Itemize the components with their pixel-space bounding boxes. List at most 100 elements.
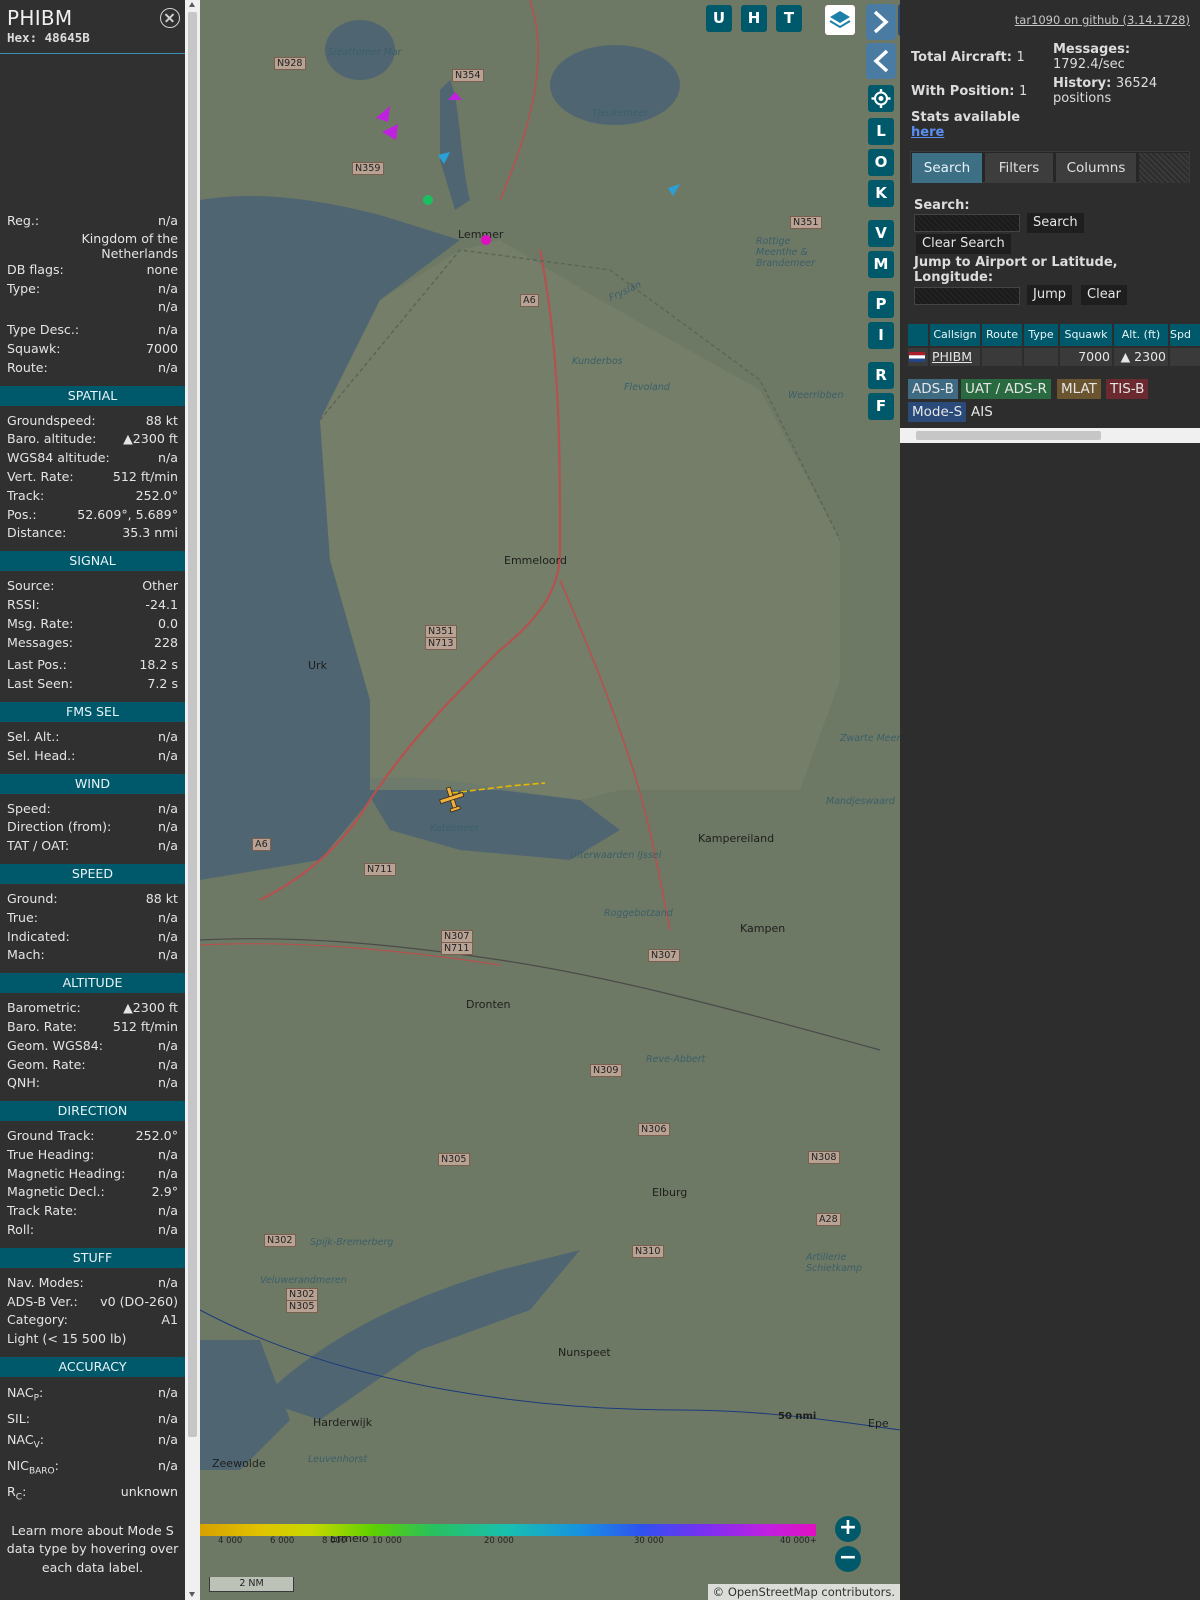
info-label[interactable]: Source: [7, 577, 55, 596]
info-label[interactable]: Track Rate: [7, 1202, 77, 1221]
section-altitude-title[interactable]: ALTITUDE [0, 973, 185, 994]
info-label[interactable]: QNH: [7, 1074, 40, 1093]
info-label[interactable]: Groundspeed: [7, 412, 96, 431]
map-button-f[interactable]: F [868, 393, 894, 420]
info-label[interactable]: NACP: [7, 1383, 43, 1409]
info-label[interactable]: True: [7, 909, 38, 928]
info-label[interactable]: Pos.: [7, 506, 37, 525]
info-label[interactable]: DB flags: [7, 261, 64, 280]
table-header-route[interactable]: Route [982, 324, 1022, 346]
info-label[interactable]: Distance: [7, 524, 66, 543]
map-button-i[interactable]: I [868, 322, 894, 349]
info-label[interactable]: Track: [7, 487, 44, 506]
info-label[interactable]: WGS84 altitude: [7, 449, 110, 468]
search-input[interactable] [914, 214, 1020, 232]
info-scrollbar[interactable] [185, 0, 200, 1600]
map-button-m[interactable]: M [868, 251, 894, 278]
map-view[interactable]: Lemmer Emmeloord Urk Dronten Kampen Kamp… [200, 0, 900, 1600]
section-signal-title[interactable]: SIGNAL [0, 551, 185, 572]
section-fms-title[interactable]: FMS SEL [0, 701, 185, 722]
info-label[interactable]: Last Pos.: [7, 656, 67, 675]
table-header-squawk[interactable]: Squawk [1060, 324, 1112, 346]
info-label[interactable]: Indicated: [7, 928, 70, 947]
collapse-left-button[interactable] [866, 43, 896, 79]
map-button-r[interactable]: R [868, 362, 894, 389]
info-label[interactable]: RC: [7, 1482, 26, 1508]
row-callsign[interactable]: PHIBM [930, 348, 980, 366]
info-label[interactable]: Magnetic Heading: [7, 1165, 125, 1184]
info-label[interactable]: Sel. Alt.: [7, 728, 60, 747]
info-label[interactable]: Msg. Rate: [7, 615, 74, 634]
info-label[interactable]: Baro. Rate: [7, 1018, 77, 1037]
map-button-v[interactable]: V [868, 220, 894, 247]
info-label[interactable]: Squawk: [7, 340, 61, 359]
tab-filters[interactable]: Filters [985, 153, 1053, 183]
info-label[interactable]: Geom. Rate: [7, 1056, 86, 1075]
info-label[interactable]: NICBARO: [7, 1456, 59, 1482]
info-label[interactable]: TAT / OAT: [7, 837, 69, 856]
info-label[interactable]: Last Seen: [7, 675, 73, 694]
info-label[interactable]: Messages: [7, 634, 73, 653]
map-button-k[interactable]: K [868, 180, 894, 207]
section-accuracy-title[interactable]: ACCURACY [0, 1357, 185, 1378]
table-header-callsign[interactable]: Callsign [930, 324, 980, 346]
info-label[interactable]: Category: [7, 1311, 68, 1330]
map-button-o[interactable]: O [868, 149, 894, 176]
map-button-t[interactable]: T [776, 5, 802, 32]
info-label[interactable]: Magnetic Decl.: [7, 1183, 105, 1202]
info-label[interactable]: Direction (from): [7, 818, 111, 837]
info-label[interactable]: Reg.: [7, 212, 39, 231]
map-button-p[interactable]: P [868, 291, 894, 318]
table-horizontal-scrollbar[interactable] [900, 428, 1200, 443]
clear-jump-button[interactable]: Clear [1081, 285, 1127, 305]
github-link[interactable]: tar1090 on github (3.14.1728) [1015, 13, 1190, 27]
map-button-h[interactable]: H [741, 5, 767, 32]
info-label[interactable]: Sel. Head.: [7, 747, 75, 766]
hscroll-thumb[interactable] [916, 431, 1101, 440]
map-attribution[interactable]: © OpenStreetMap contributors. [707, 1584, 900, 1600]
close-icon[interactable] [160, 8, 180, 28]
info-label[interactable]: Light (< 15 500 lb) [7, 1330, 126, 1349]
table-header-altitude[interactable]: Alt. (ft) [1114, 324, 1168, 346]
section-wind-title[interactable]: WIND [0, 773, 185, 794]
table-header-flag[interactable] [908, 324, 928, 346]
info-label[interactable]: Speed: [7, 800, 51, 819]
jump-button[interactable]: Jump [1027, 285, 1072, 305]
info-label[interactable]: Ground Track: [7, 1127, 95, 1146]
info-label[interactable]: Barometric: [7, 999, 81, 1018]
info-label[interactable]: Roll: [7, 1221, 34, 1240]
info-label[interactable]: Ground: [7, 890, 58, 909]
settings-button[interactable] [868, 85, 894, 112]
info-label[interactable]: Mach: [7, 946, 45, 965]
info-label[interactable]: Type: [7, 280, 40, 299]
layers-button[interactable] [825, 5, 855, 35]
info-label[interactable]: NACV: [7, 1430, 44, 1456]
zoom-in-button[interactable]: + [835, 1516, 861, 1542]
scroll-down-icon[interactable] [189, 1592, 195, 1597]
search-button[interactable]: Search [1027, 213, 1084, 233]
table-header-speed[interactable]: Spd [1170, 324, 1200, 346]
info-label[interactable]: Nav. Modes: [7, 1274, 84, 1293]
info-label[interactable]: Route: [7, 359, 48, 378]
section-spatial-title[interactable]: SPATIAL [0, 385, 185, 406]
section-stuff-title[interactable]: STUFF [0, 1247, 185, 1268]
info-label[interactable]: Baro. altitude: [7, 430, 96, 449]
table-header-type[interactable]: Type [1024, 324, 1058, 346]
info-label[interactable]: SIL: [7, 1409, 30, 1430]
expand-right-button[interactable] [866, 4, 896, 40]
info-label[interactable]: True Heading: [7, 1146, 94, 1165]
scroll-up-icon[interactable] [189, 2, 195, 7]
zoom-out-button[interactable]: − [835, 1546, 861, 1572]
map-button-l[interactable]: L [868, 118, 894, 145]
scrollbar-thumb[interactable] [188, 12, 197, 1437]
info-label[interactable]: Geom. WGS84: [7, 1037, 103, 1056]
clear-search-button[interactable]: Clear Search [916, 234, 1011, 254]
map-button-u[interactable]: U [706, 5, 732, 32]
info-label[interactable]: ADS-B Ver.: [7, 1293, 78, 1312]
jump-input[interactable] [914, 287, 1020, 305]
stats-link[interactable]: here [911, 125, 1020, 140]
tab-search[interactable]: Search [912, 153, 982, 183]
info-label[interactable]: Type Desc.: [7, 321, 79, 340]
tab-columns[interactable]: Columns [1056, 153, 1136, 183]
section-speed-title[interactable]: SPEED [0, 863, 185, 884]
